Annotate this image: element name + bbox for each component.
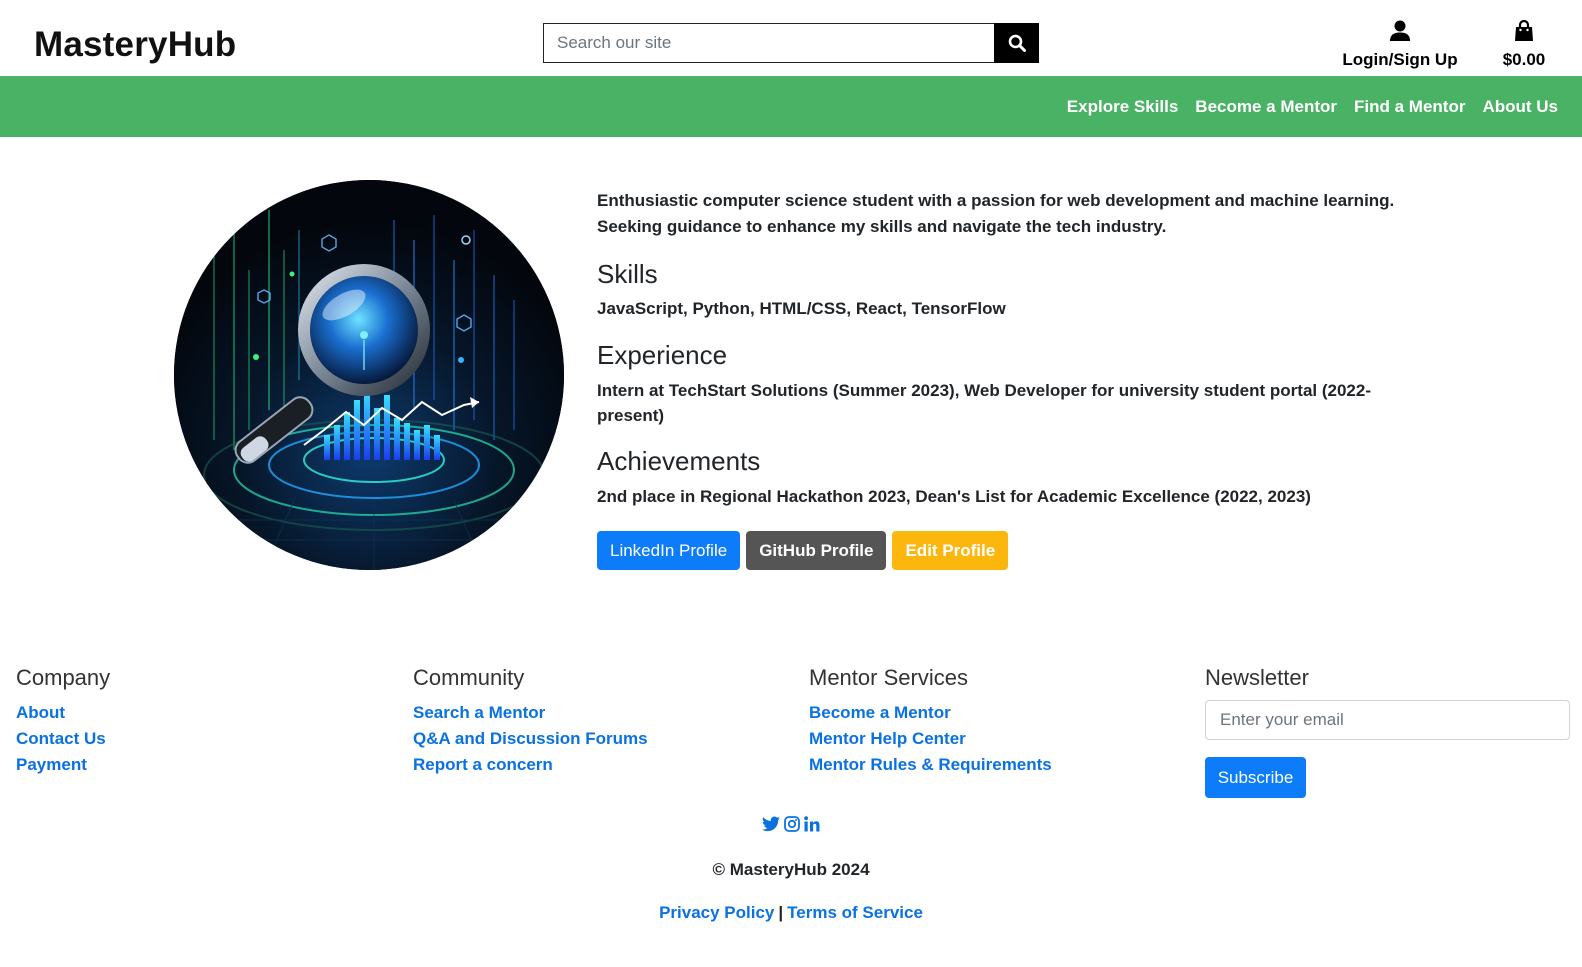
- profile-bio: Enthusiastic computer science student wi…: [597, 191, 1395, 236]
- github-profile-button[interactable]: GitHub Profile: [746, 531, 887, 570]
- newsletter-email-input[interactable]: [1205, 700, 1570, 740]
- terms-of-service-link[interactable]: Terms of Service: [787, 903, 923, 922]
- user-icon: [1390, 20, 1410, 41]
- search-input[interactable]: [543, 23, 994, 63]
- legal-links: Privacy Policy | Terms of Service: [0, 903, 1582, 923]
- nav-about-us[interactable]: About Us: [1482, 97, 1558, 116]
- shopping-bag-icon: [1515, 19, 1533, 41]
- footer-link-about[interactable]: About: [16, 700, 110, 726]
- footer-community: Community Search a Mentor Q&A and Discus…: [413, 664, 648, 778]
- skills-heading: Skills: [597, 259, 658, 289]
- login-label: Login/Sign Up: [1342, 50, 1458, 69]
- footer-company: Company About Contact Us Payment: [16, 664, 110, 778]
- footer-mentor-services: Mentor Services Become a Mentor Mentor H…: [809, 664, 1052, 778]
- site-header: MasteryHub Login/Sign Up $0.00: [0, 0, 1582, 76]
- cart-total: $0.00: [1502, 50, 1546, 69]
- footer-community-heading: Community: [413, 665, 525, 690]
- profile-details: Enthusiastic computer science student wi…: [597, 188, 1397, 509]
- legal-separator: |: [778, 903, 784, 922]
- privacy-policy-link[interactable]: Privacy Policy: [659, 903, 774, 922]
- footer-newsletter: Newsletter Subscribe: [1205, 664, 1570, 798]
- magnifier-analytics-illustration: [174, 180, 564, 570]
- twitter-icon[interactable]: [762, 816, 780, 832]
- profile-actions: LinkedIn Profile GitHub Profile Edit Pro…: [597, 531, 1014, 570]
- subscribe-button[interactable]: Subscribe: [1205, 757, 1306, 798]
- instagram-icon[interactable]: [784, 816, 800, 832]
- footer-link-mentor-rules[interactable]: Mentor Rules & Requirements: [809, 752, 1052, 778]
- experience-heading: Experience: [597, 340, 728, 370]
- footer-link-payment[interactable]: Payment: [16, 752, 110, 778]
- linkedin-icon[interactable]: [804, 816, 820, 832]
- footer-link-forums[interactable]: Q&A and Discussion Forums: [413, 726, 648, 752]
- achievements-heading: Achievements: [597, 446, 761, 476]
- experience-text: Intern at TechStart Solutions (Summer 20…: [597, 381, 1371, 425]
- social-links: [0, 816, 1582, 832]
- skills-text: JavaScript, Python, HTML/CSS, React, Ten…: [597, 299, 1006, 318]
- login-signup-button[interactable]: Login/Sign Up: [1340, 20, 1460, 70]
- main-nav: Explore Skills Become a Mentor Find a Me…: [0, 76, 1582, 137]
- newsletter-heading: Newsletter: [1205, 665, 1309, 690]
- nav-find-mentor[interactable]: Find a Mentor: [1354, 97, 1465, 116]
- footer-mentor-services-heading: Mentor Services: [809, 665, 968, 690]
- copyright-text: © MasteryHub 2024: [712, 860, 870, 879]
- footer-company-heading: Company: [16, 665, 111, 690]
- search-icon: [1008, 34, 1026, 52]
- search-bar: [543, 23, 1039, 63]
- footer-link-become-mentor[interactable]: Become a Mentor: [809, 700, 1052, 726]
- linkedin-profile-button[interactable]: LinkedIn Profile: [597, 531, 741, 570]
- edit-profile-button[interactable]: Edit Profile: [892, 531, 1009, 570]
- footer-link-contact-us[interactable]: Contact Us: [16, 726, 110, 752]
- footer-link-mentor-help[interactable]: Mentor Help Center: [809, 726, 1052, 752]
- site-logo[interactable]: MasteryHub: [34, 24, 236, 66]
- profile-avatar: [174, 180, 564, 570]
- nav-become-mentor[interactable]: Become a Mentor: [1195, 97, 1337, 116]
- footer-link-report-concern[interactable]: Report a concern: [413, 752, 648, 778]
- achievements-text: 2nd place in Regional Hackathon 2023, De…: [597, 487, 1311, 506]
- search-button[interactable]: [994, 23, 1039, 63]
- cart-button[interactable]: $0.00: [1494, 19, 1554, 70]
- footer-link-search-mentor[interactable]: Search a Mentor: [413, 700, 648, 726]
- nav-explore-skills[interactable]: Explore Skills: [1067, 97, 1179, 116]
